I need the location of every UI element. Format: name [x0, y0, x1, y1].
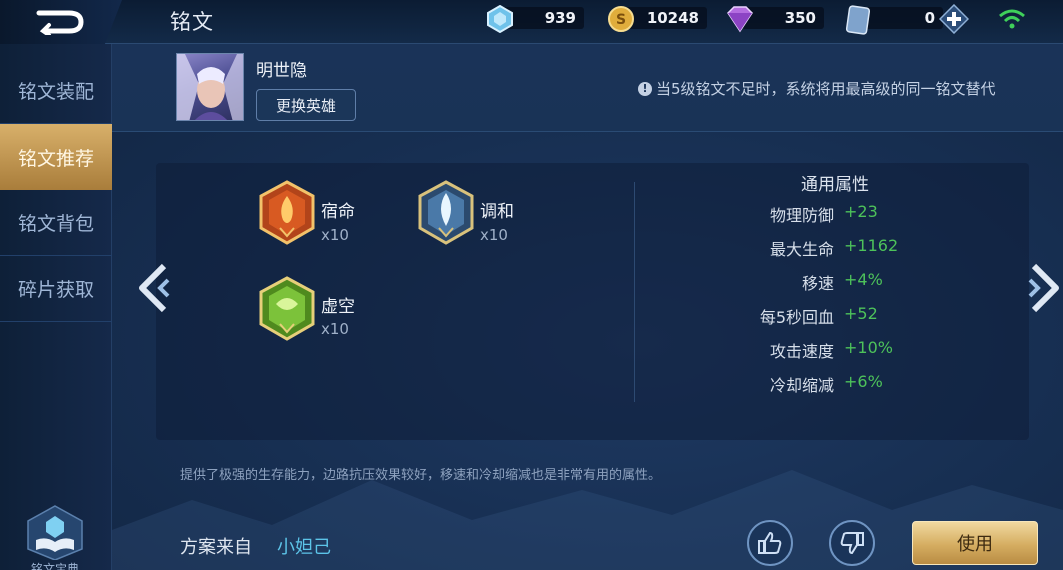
use-button[interactable]: 使用 — [912, 521, 1038, 565]
svg-text:S: S — [616, 12, 626, 28]
diamond-currency[interactable]: 939 — [486, 5, 586, 33]
source-author-link[interactable]: 小妲己 — [277, 533, 331, 559]
gold-currency[interactable]: 10248 S — [607, 5, 707, 32]
gem-icon — [727, 6, 753, 33]
info-icon: ! — [638, 81, 652, 96]
attribute-value: +1162 — [844, 236, 899, 255]
sidebar-item-rune-equip[interactable]: 铭文装配 — [0, 58, 112, 124]
green-rune-icon[interactable] — [258, 276, 316, 342]
gold-value: 10248 — [623, 7, 707, 29]
rune-book-label: 铭文宝典 — [30, 562, 79, 570]
card-value: 0 — [863, 7, 943, 29]
rune-name: 虚空 — [321, 297, 355, 317]
sidebar: 铭文装配 铭文推荐 铭文背包 碎片获取 铭文宝典 — [0, 44, 112, 570]
attribute-value: +23 — [844, 202, 878, 221]
rune-count: x10 — [480, 226, 508, 244]
blue-rune-icon[interactable] — [417, 180, 475, 246]
rune-count: x10 — [321, 320, 349, 338]
attribute-label: 攻击速度 — [769, 342, 834, 361]
attribute-row: 攻击速度 +10% — [700, 338, 1000, 361]
thumbs-down-icon — [840, 532, 864, 555]
thumbs-up-icon — [758, 531, 782, 554]
rune-plan-description: 提供了极强的生存能力，边路抗压效果较好，移速和冷却缩减也是非常有用的属性。 — [180, 468, 662, 483]
card-currency[interactable]: 0 — [845, 4, 970, 35]
prev-arrow-icon[interactable] — [134, 262, 174, 314]
like-button[interactable] — [747, 520, 793, 566]
attribute-value: +4% — [844, 270, 883, 289]
back-arrow-icon — [36, 10, 84, 35]
attribute-label: 移速 — [801, 274, 834, 293]
source-label: 方案来自 — [180, 537, 252, 558]
page-title: 铭文 — [170, 10, 214, 34]
back-button[interactable] — [0, 0, 122, 44]
attribute-value: +52 — [844, 304, 878, 323]
notice-text: 当5级铭文不足时，系统将用最高级的同一铭文替代 — [656, 80, 996, 98]
attributes-title: 通用属性 — [801, 175, 869, 195]
attribute-row: 最大生命 +1162 — [700, 236, 1000, 259]
replacement-notice: ! 当5级铭文不足时，系统将用最高级的同一铭文替代 — [638, 78, 996, 99]
attribute-row: 冷却缩减 +6% — [700, 372, 1000, 395]
change-hero-button[interactable]: 更换英雄 — [256, 89, 356, 121]
red-rune-icon[interactable] — [258, 180, 316, 246]
attribute-row: 每5秒回血 +52 — [700, 304, 1000, 327]
attribute-row: 物理防御 +23 — [700, 202, 1000, 225]
plus-icon[interactable] — [939, 4, 969, 34]
attribute-label: 物理防御 — [769, 206, 834, 225]
attribute-label: 最大生命 — [769, 240, 834, 259]
rune-name: 调和 — [480, 202, 514, 222]
attribute-label: 每5秒回血 — [759, 308, 834, 327]
sidebar-item-rune-bag[interactable]: 铭文背包 — [0, 190, 112, 256]
diamond-icon — [487, 5, 513, 33]
game-screen: 铭文 939 10248 S 350 0 铭文装配 铭文推荐 铭文背包 碎片获取… — [0, 0, 1063, 570]
attribute-row: 移速 +4% — [700, 270, 1000, 293]
card-icon — [845, 5, 871, 35]
attribute-label: 冷却缩减 — [769, 376, 834, 395]
rune-book-icon[interactable] — [22, 504, 88, 560]
rune-count: x10 — [321, 226, 349, 244]
hero-avatar-icon — [177, 54, 243, 120]
gem-currency[interactable]: 350 — [724, 5, 824, 33]
panel-divider — [634, 182, 635, 402]
attribute-value: +6% — [844, 372, 883, 391]
sidebar-item-rune-recommend[interactable]: 铭文推荐 — [0, 124, 112, 190]
next-arrow-icon[interactable] — [1026, 262, 1063, 314]
top-bar: 铭文 939 10248 S 350 0 — [0, 0, 1063, 44]
hero-portrait[interactable] — [176, 53, 244, 121]
attribute-value: +10% — [844, 338, 893, 357]
gold-coin-icon: S — [608, 6, 634, 32]
wifi-icon — [999, 9, 1025, 29]
hero-name: 明世隐 — [256, 61, 307, 81]
rune-name: 宿命 — [321, 202, 355, 222]
sidebar-item-fragment[interactable]: 碎片获取 — [0, 256, 112, 322]
dislike-button[interactable] — [829, 520, 875, 566]
